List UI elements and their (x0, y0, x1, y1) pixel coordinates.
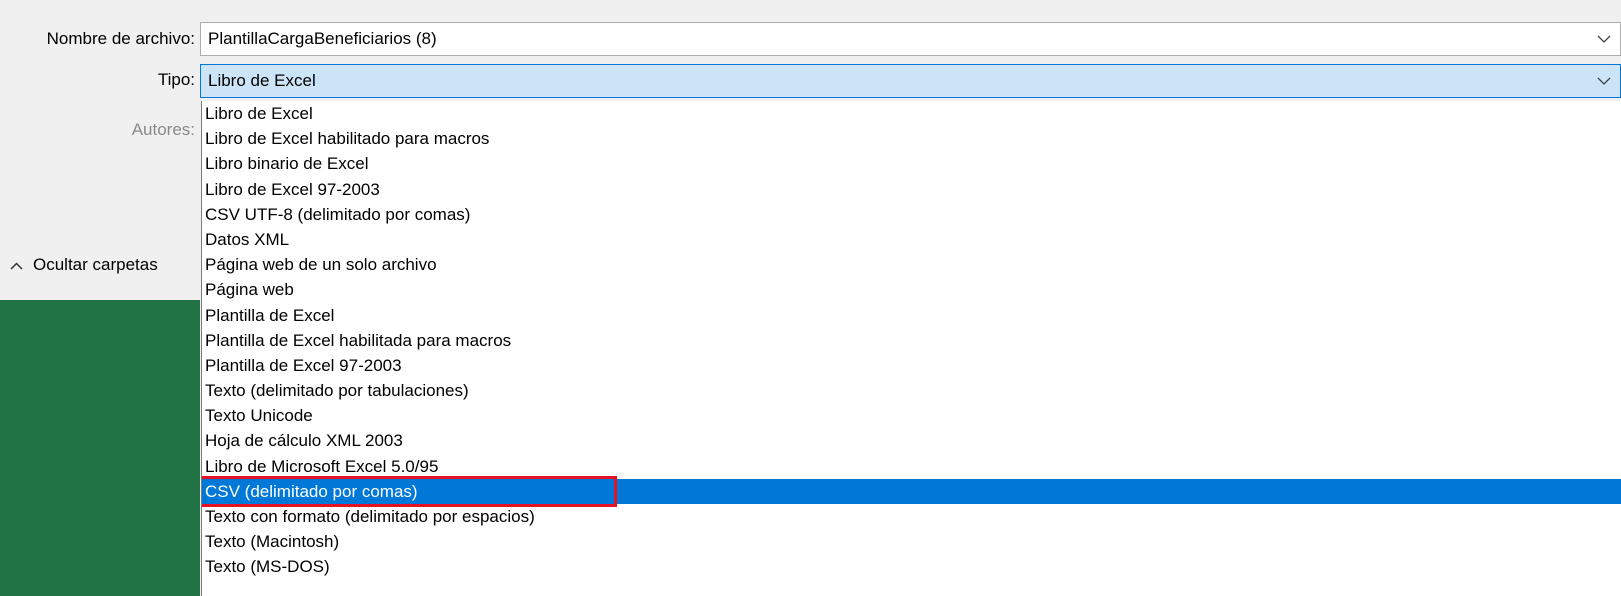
chevron-down-icon[interactable] (1596, 65, 1612, 97)
chevron-up-icon (10, 253, 23, 277)
excel-backstage-panel (0, 300, 200, 596)
type-option[interactable]: CSV UTF-8 (delimitado por comas) (202, 202, 1621, 227)
type-value: Libro de Excel (208, 71, 316, 90)
type-option[interactable]: Libro de Excel (202, 101, 1621, 126)
type-option[interactable]: Texto (Macintosh) (202, 529, 1621, 554)
highlighted-option-box: CSV (delimitado por comas) (202, 475, 617, 507)
filename-label: Nombre de archivo: (46, 29, 195, 48)
type-dropdown-list[interactable]: Libro de Excel Libro de Excel habilitado… (201, 101, 1621, 596)
type-option[interactable]: Libro de Excel 97-2003 (202, 177, 1621, 202)
type-option-selected[interactable]: CSV (delimitado por comas) (202, 475, 1621, 507)
type-option[interactable]: Hoja de cálculo XML 2003 (202, 428, 1621, 453)
type-option[interactable]: Texto Unicode (202, 403, 1621, 428)
filename-input[interactable]: PlantillaCargaBeneficiarios (8) (208, 29, 437, 48)
type-option[interactable]: Plantilla de Excel 97-2003 (202, 353, 1621, 378)
type-label: Tipo: (157, 70, 195, 89)
type-option[interactable]: Página web de un solo archivo (202, 252, 1621, 277)
type-option[interactable]: Página web (202, 277, 1621, 302)
hide-folders-button[interactable]: Ocultar carpetas (10, 253, 158, 277)
type-option[interactable]: Libro binario de Excel (202, 151, 1621, 176)
chevron-down-icon[interactable] (1596, 23, 1612, 55)
type-option[interactable]: Libro de Microsoft Excel 5.0/95 (202, 454, 1621, 479)
type-option[interactable]: Texto (delimitado por tabulaciones) (202, 378, 1621, 403)
type-option[interactable]: Plantilla de Excel habilitada para macro… (202, 328, 1621, 353)
type-option[interactable]: Texto con formato (delimitado por espaci… (202, 504, 1621, 529)
filename-combobox[interactable]: PlantillaCargaBeneficiarios (8) (200, 22, 1621, 56)
type-combobox[interactable]: Libro de Excel (200, 64, 1621, 98)
type-option[interactable]: Plantilla de Excel (202, 303, 1621, 328)
authors-label: Autores: (131, 120, 195, 139)
type-option[interactable]: Datos XML (202, 227, 1621, 252)
type-option[interactable]: Libro de Excel habilitado para macros (202, 126, 1621, 151)
type-option[interactable]: Texto (MS-DOS) (202, 554, 1621, 579)
hide-folders-label: Ocultar carpetas (33, 255, 158, 274)
